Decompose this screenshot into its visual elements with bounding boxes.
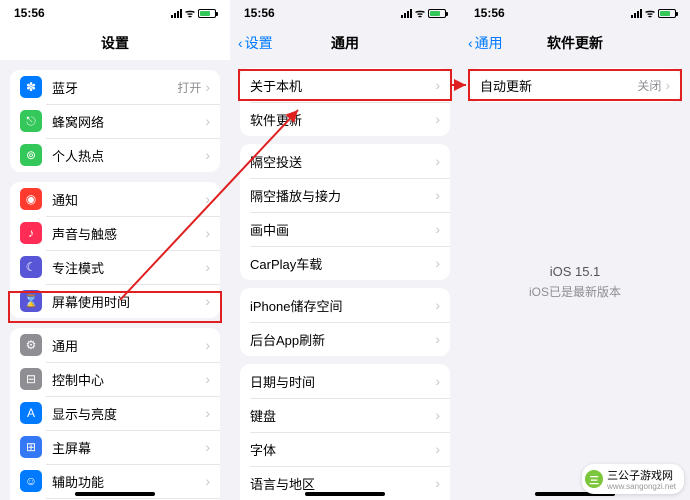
row-datetime[interactable]: 日期与时间› [240,364,450,398]
accessibility-icon: ☺ [20,470,42,492]
gear-icon: ⚙ [20,334,42,356]
chevron-right-icon: › [205,225,210,241]
home-indicator[interactable] [75,492,155,496]
row-hotspot[interactable]: ⊚ 个人热点 › [10,138,220,172]
chevron-right-icon: › [435,77,440,93]
chevron-left-icon: ‹ [468,35,473,51]
bell-icon: ◉ [20,188,42,210]
row-bluetooth[interactable]: ✽ 蓝牙 打开 › [10,70,220,104]
row-auto-update[interactable]: 自动更新 关闭 › [470,68,680,102]
brightness-icon: A [20,402,42,424]
chevron-right-icon: › [205,259,210,275]
chevron-right-icon: › [665,77,670,93]
row-sounds[interactable]: ♪声音与触感› [10,216,220,250]
row-control-center[interactable]: ⊟控制中心› [10,362,220,396]
auto-update-group: 自动更新 关闭 › [470,68,680,102]
software-update-screen: 15:56 ᯤ ‹通用 软件更新 自动更新 关闭 › iOS 15.1 iOS已… [460,0,690,500]
chevron-right-icon: › [205,147,210,163]
row-airdrop[interactable]: 隔空投送› [240,144,450,178]
switches-icon: ⊟ [20,368,42,390]
chevron-right-icon: › [205,405,210,421]
status-time: 15:56 [14,6,45,20]
chevron-right-icon: › [205,371,210,387]
chevron-right-icon: › [205,337,210,353]
row-display[interactable]: A显示与亮度› [10,396,220,430]
nav-bar: ‹设置 通用 [230,26,460,60]
back-button[interactable]: ‹通用 [468,33,503,53]
row-keyboard[interactable]: 键盘› [240,398,450,432]
status-bar: 15:56 ᯤ [0,0,230,26]
general-screen: 15:56 ᯤ ‹设置 通用 关于本机› 软件更新› 隔空投送› 隔空播放与接力… [230,0,460,500]
chevron-right-icon: › [205,79,210,95]
page-title: 通用 [331,33,359,53]
nav-bar: 设置 [0,26,230,60]
about-group: 关于本机› 软件更新› [240,68,450,136]
nav-bar: ‹通用 软件更新 [460,26,690,60]
row-software-update[interactable]: 软件更新› [240,102,450,136]
speaker-icon: ♪ [20,222,42,244]
row-focus[interactable]: ☾专注模式› [10,250,220,284]
status-time: 15:56 [244,6,275,20]
settings-root-screen: 15:56 ᯤ 设置 ✽ 蓝牙 打开 › ⎋ 蜂窝网络 › ⊚ [0,0,230,500]
row-notifications[interactable]: ◉通知› [10,182,220,216]
watermark: 三 三公子游戏网 www.sangongzi.net [582,464,684,494]
hourglass-icon: ⌛ [20,290,42,312]
row-pip[interactable]: 画中画› [240,212,450,246]
chevron-right-icon: › [205,191,210,207]
back-button[interactable]: ‹设置 [238,33,273,53]
row-carplay[interactable]: CarPlay车载› [240,246,450,280]
watermark-icon: 三 [585,470,603,488]
grid-icon: ⊞ [20,436,42,458]
chevron-right-icon: › [435,373,440,389]
chevron-left-icon: ‹ [238,35,243,51]
chevron-right-icon: › [205,113,210,129]
system-group: ⚙通用› ⊟控制中心› A显示与亮度› ⊞主屏幕› ☺辅助功能› ❀墙纸› ●S… [10,328,220,500]
chevron-right-icon: › [435,111,440,127]
row-storage[interactable]: iPhone储存空间› [240,288,450,322]
page-title: 软件更新 [547,33,603,53]
hotspot-icon: ⊚ [20,144,42,166]
row-homescreen[interactable]: ⊞主屏幕› [10,430,220,464]
chevron-right-icon: › [205,439,210,455]
status-bar: 15:56 ᯤ [460,0,690,26]
row-cellular[interactable]: ⎋ 蜂窝网络 › [10,104,220,138]
notifications-group: ◉通知› ♪声音与触感› ☾专注模式› ⌛屏幕使用时间› [10,182,220,318]
status-indicators: ᯤ [631,6,676,21]
chevron-right-icon: › [435,153,440,169]
chevron-right-icon: › [435,331,440,347]
row-about[interactable]: 关于本机› [240,68,450,102]
locale-group: 日期与时间› 键盘› 字体› 语言与地区› 词典› [240,364,450,500]
chevron-right-icon: › [435,255,440,271]
row-airplay[interactable]: 隔空播放与接力› [240,178,450,212]
row-screentime[interactable]: ⌛屏幕使用时间› [10,284,220,318]
chevron-right-icon: › [435,407,440,423]
chevron-right-icon: › [435,441,440,457]
bluetooth-icon: ✽ [20,76,42,98]
status-time: 15:56 [474,6,505,20]
chevron-right-icon: › [435,187,440,203]
cellular-icon: ⎋ [20,110,42,132]
status-bar: 15:56 ᯤ [230,0,460,26]
row-general[interactable]: ⚙通用› [10,328,220,362]
page-title: 设置 [101,33,129,53]
version-info: iOS 15.1 iOS已是最新版本 [460,262,690,302]
home-indicator[interactable] [305,492,385,496]
connectivity-group: ✽ 蓝牙 打开 › ⎋ 蜂窝网络 › ⊚ 个人热点 › [10,70,220,172]
moon-icon: ☾ [20,256,42,278]
status-indicators: ᯤ [401,6,446,21]
row-fonts[interactable]: 字体› [240,432,450,466]
chevron-right-icon: › [205,293,210,309]
row-background-refresh[interactable]: 后台App刷新› [240,322,450,356]
status-indicators: ᯤ [171,6,216,21]
chevron-right-icon: › [435,475,440,491]
storage-group: iPhone储存空间› 后台App刷新› [240,288,450,356]
airplay-group: 隔空投送› 隔空播放与接力› 画中画› CarPlay车载› [240,144,450,280]
chevron-right-icon: › [205,473,210,489]
chevron-right-icon: › [435,221,440,237]
chevron-right-icon: › [435,297,440,313]
